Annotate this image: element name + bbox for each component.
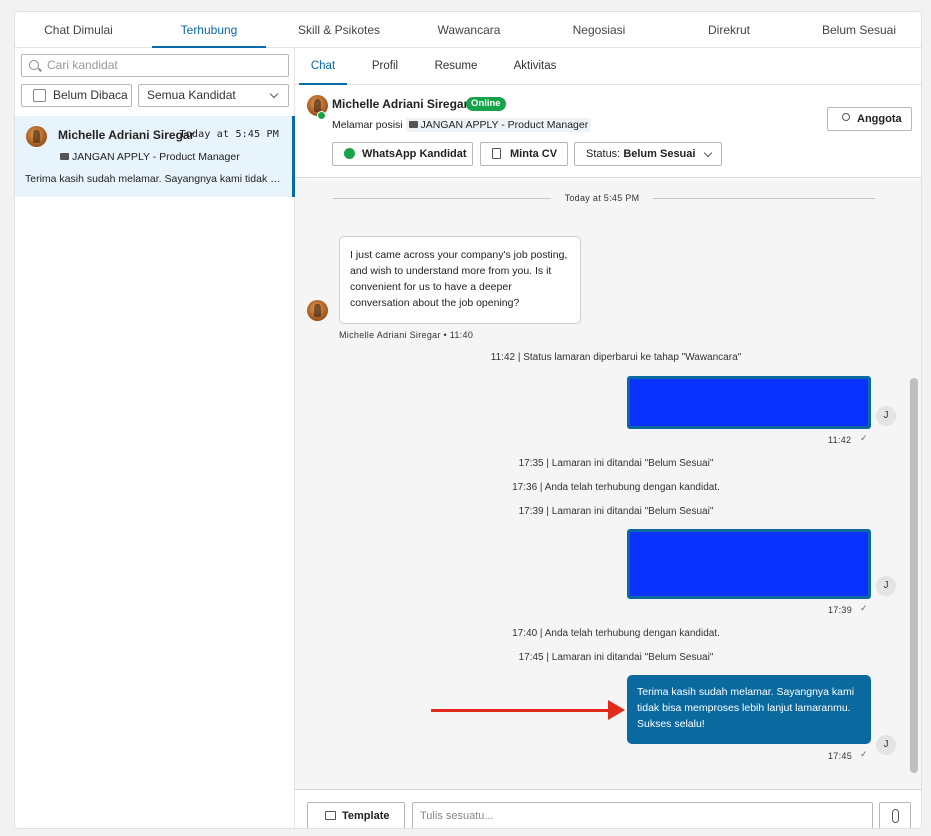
message-input[interactable]: Tulis sesuatu... [412,802,873,828]
system-message: 17:36 | Anda telah terhubung dengan kand… [512,482,720,493]
message-time: 11:42 [828,435,852,445]
candidate-job: JANGAN APPLY - Product Manager [60,151,240,163]
status-label: Status: [586,148,621,160]
detail-tabs: Chat Profil Resume Aktivitas [295,48,921,85]
status-value: Belum Sesuai [623,148,696,160]
incoming-meta: Michelle Adriani Siregar • 11:40 [339,330,474,340]
whatsapp-icon [344,148,355,159]
attach-button[interactable] [879,802,911,828]
tab-wawancara[interactable]: Wawancara [410,12,528,48]
search-icon [29,60,39,70]
tab-skill-psikotes[interactable]: Skill & Psikotes [277,12,401,48]
message-time: 17:45 [828,751,853,761]
message-area[interactable]: Today at 5:45 PM I just came across your… [295,179,921,789]
chat-header: Michelle Adriani Siregar Online Melamar … [295,85,921,178]
unread-filter-label: Belum Dibaca [53,88,128,102]
template-icon [325,811,336,820]
candidate-name: Michelle Adriani Siregar [58,128,195,142]
app-frame: Chat Dimulai Terhubung Skill & Psikotes … [14,11,922,829]
red-arrowhead-annotation [608,700,625,720]
tab-chat-dimulai[interactable]: Chat Dimulai [15,12,142,48]
system-message: 17:35 | Lamaran ini ditandai "Belum Sesu… [518,458,714,469]
member-button[interactable]: Anggota [827,107,912,131]
online-badge: Online [466,97,506,111]
message-placeholder: Tulis sesuatu... [420,810,494,822]
recruiter-avatar: J [876,406,896,426]
read-tick-icon: ✓ [860,603,868,613]
search-input[interactable]: Cari kandidat [21,54,289,77]
tab-aktivitas[interactable]: Aktivitas [504,48,566,85]
whatsapp-label: WhatsApp Kandidat [362,148,467,160]
document-icon [492,148,501,159]
read-tick-icon: ✓ [860,749,868,759]
tab-resume[interactable]: Resume [425,48,487,85]
template-button[interactable]: Template [307,802,405,828]
recruiter-avatar: J [876,576,896,596]
position-value: JANGAN APPLY - Product Manager [420,119,589,131]
red-arrow-annotation [431,709,616,712]
candidate-list-item[interactable]: Michelle Adriani Siregar Today at 5:45 P… [15,116,295,197]
briefcase-icon [60,153,69,160]
checkbox-icon [33,89,46,102]
candidate-avatar [26,126,47,147]
outgoing-message: Terima kasih sudah melamar. Sayangnya ka… [627,675,871,744]
header-name: Michelle Adriani Siregar [332,97,469,111]
position-label: Melamar posisi [332,119,403,131]
tab-profil[interactable]: Profil [361,48,409,85]
template-label: Template [342,810,390,822]
system-message: 11:42 | Status lamaran diperbarui ke tah… [490,352,742,363]
search-placeholder: Cari kandidat [47,58,118,72]
read-tick-icon: ✓ [860,433,868,443]
tab-belum-sesuai[interactable]: Belum Sesuai [800,12,918,48]
system-message: 17:40 | Anda telah terhubung dengan kand… [512,628,720,639]
candidate-time: Today at 5:45 PM [179,129,279,140]
redacted-message [627,376,871,429]
chevron-down-icon [703,148,713,158]
user-icon [842,113,850,121]
chat-scrollbar[interactable] [910,378,918,773]
candidate-filter-label: Semua Kandidat [147,88,236,102]
request-cv-label: Minta CV [510,148,558,160]
unread-filter-checkbox[interactable]: Belum Dibaca [21,84,132,107]
redacted-message [627,529,871,599]
briefcase-icon [408,121,418,128]
sender-avatar [307,300,328,321]
position-line: Melamar posisi JANGAN APPLY - Product Ma… [332,118,592,132]
system-message: 17:39 | Lamaran ini ditandai "Belum Sesu… [518,506,714,517]
incoming-message: I just came across your company's job po… [339,236,581,324]
candidate-preview: Terima kasih sudah melamar. Sayangnya ka… [25,173,283,185]
message-time: 17:39 [828,605,853,615]
candidate-panel: Cari kandidat Belum Dibaca Semua Kandida… [15,48,295,828]
position-tag: JANGAN APPLY - Product Manager [405,118,592,132]
tab-terhubung[interactable]: Terhubung [152,12,266,48]
stage-tabs: Chat Dimulai Terhubung Skill & Psikotes … [15,12,921,48]
tab-chat[interactable]: Chat [299,48,347,85]
whatsapp-button[interactable]: WhatsApp Kandidat [332,142,473,166]
tab-negosiasi[interactable]: Negosiasi [540,12,658,48]
member-label: Anggota [857,113,902,125]
candidate-filter-select[interactable]: Semua Kandidat [138,84,289,107]
online-dot [317,111,326,120]
paperclip-icon [892,809,899,823]
candidate-job-label: JANGAN APPLY - Product Manager [72,151,240,163]
tab-direkrut[interactable]: Direkrut [670,12,788,48]
request-cv-button[interactable]: Minta CV [480,142,568,166]
composer: Template Tulis sesuatu... [295,789,921,828]
date-divider: Today at 5:45 PM [564,193,640,203]
system-message: 17:45 | Lamaran ini ditandai "Belum Sesu… [518,652,714,663]
chat-panel: Chat Profil Resume Aktivitas Michelle Ad… [295,48,921,828]
recruiter-avatar: J [876,735,896,755]
status-select[interactable]: Status: Belum Sesuai [574,142,722,166]
chevron-down-icon [269,89,279,99]
